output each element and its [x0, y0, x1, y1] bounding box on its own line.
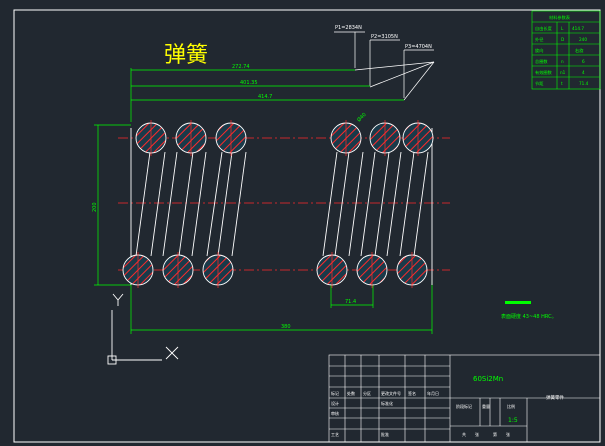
top-dimensions [94, 68, 433, 334]
parameter-table-text: 材料参数表 自由长度 L 414.7 外径 D 240 旋向 右旋 总圈数 n … [535, 14, 589, 87]
dim-414: 414.7 [258, 94, 272, 100]
tb-cell: 张 [475, 431, 479, 437]
param-cell: 外径 [535, 36, 543, 43]
drawing-title: 弹簧 [164, 43, 208, 68]
param-cell: 总圈数 [535, 58, 548, 65]
force-p1-label: P1=2834N [335, 25, 362, 31]
force-p2-label: P2=3105N [371, 34, 398, 40]
scale-value: 1:5 [508, 417, 518, 424]
dimension-text: 272.74 401.35 414.7 380 71.4 200 Ø40 [92, 64, 368, 330]
dim-wire: Ø40 [355, 111, 367, 123]
note-marker [505, 301, 531, 304]
tb-cell: 签名 [408, 390, 416, 396]
tb-cell: 阶段标记 [456, 403, 472, 409]
param-cell: 有效圈数 [535, 69, 553, 76]
dim-272: 272.74 [232, 64, 250, 70]
tb-cell: 重量 [482, 403, 490, 409]
param-cell: L [561, 26, 564, 31]
tb-cell: 更改文件号 [381, 390, 401, 396]
dim-length: 380 [281, 324, 291, 330]
hardness-note: 表面硬度 43~48 HRC。 [501, 313, 557, 320]
tb-cell: 第 [493, 431, 497, 437]
param-cell: 自由长度 [535, 25, 553, 32]
param-cell: t [561, 81, 563, 86]
dim-pitch: 71.4 [345, 299, 356, 305]
param-cell: D [561, 37, 564, 42]
tb-cell: 分区 [363, 390, 371, 396]
param-cell: 旋向 [535, 47, 543, 54]
tb-cell: 比例 [507, 403, 515, 409]
tb-cell: 年月日 [427, 390, 439, 396]
force-p3-label: P3=4704N [405, 44, 432, 50]
force-diagram [334, 31, 435, 101]
dim-401: 401.35 [240, 80, 258, 86]
param-cell: 4 [582, 70, 585, 75]
title-block-text: 标记 处数 分区 更改文件号 签名 年月日 设计 标准化 审核 工艺 批准 阶段… [331, 390, 515, 437]
tb-cell: 处数 [347, 390, 355, 396]
material-label: 60Si2Mn [473, 375, 503, 383]
param-table-title: 材料参数表 [549, 14, 571, 21]
tb-cell: 批准 [381, 431, 389, 437]
tb-cell: 标记 [331, 390, 339, 396]
tb-cell: 共 [462, 431, 466, 437]
tb-cell: 设计 [331, 400, 339, 406]
ucs-axis-icon [107, 293, 179, 365]
drawing-border [13, 9, 601, 443]
param-cell: 414.7 [572, 26, 584, 31]
force-labels: P1=2834N P2=3105N P3=4704N [335, 25, 432, 50]
param-cell: n [561, 59, 564, 64]
param-cell: n1 [560, 70, 566, 75]
param-cell: 右旋 [575, 47, 584, 54]
tb-cell: 张 [506, 431, 510, 437]
tb-cell: 标准化 [381, 400, 393, 406]
param-cell: 节距 [535, 81, 543, 87]
tb-cell: 审核 [331, 410, 339, 416]
param-cell: 240 [579, 37, 587, 42]
tb-cell: 工艺 [331, 432, 339, 437]
cad-drawing-canvas: 弹簧 P1=2834N P2=3105N P3=4704N 272.74 401… [13, 9, 601, 443]
param-cell: 71.4 [579, 81, 589, 86]
param-cell: 6 [582, 59, 585, 64]
dim-height: 200 [92, 202, 98, 212]
company-label: 弹簧零件 [546, 394, 564, 401]
